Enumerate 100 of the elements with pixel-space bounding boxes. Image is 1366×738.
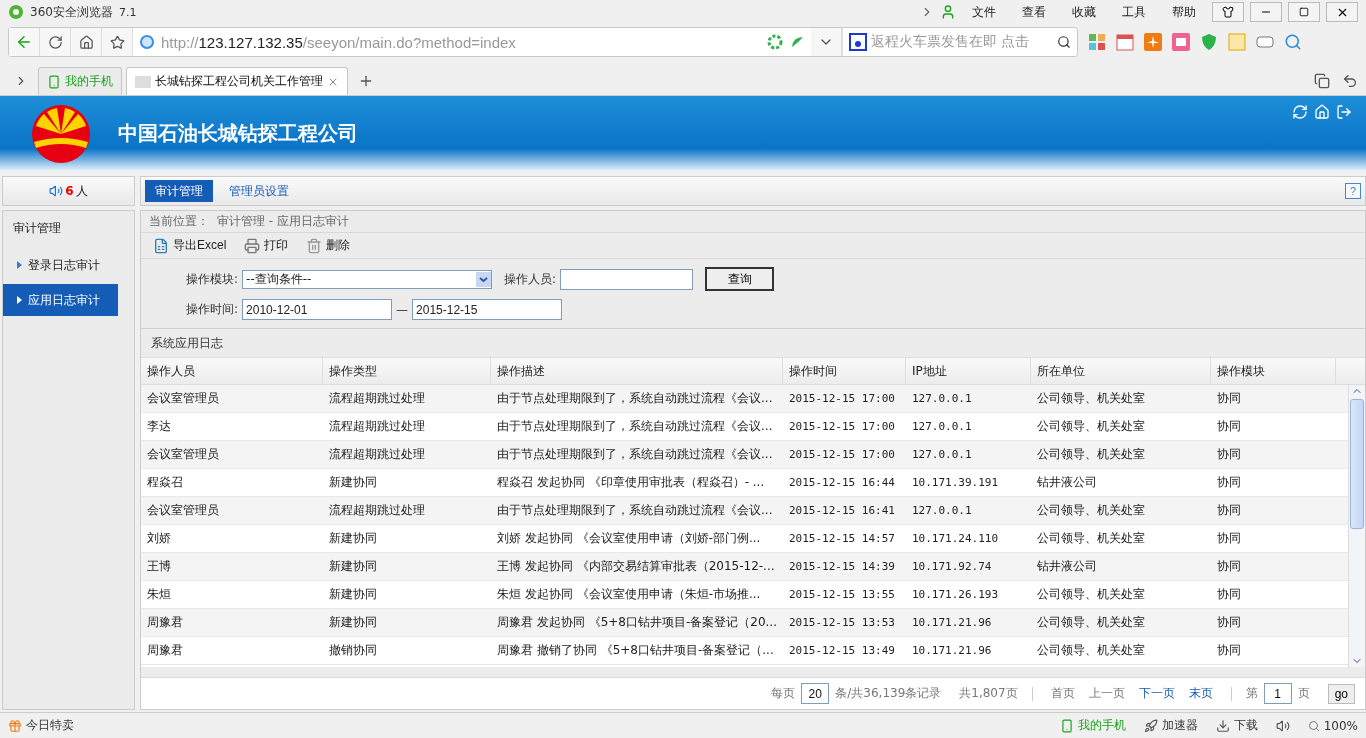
pager-label: 页 — [1297, 685, 1310, 702]
table-cell-text: 2015-12-15 13:55 — [788, 587, 896, 603]
table-cell-text: 协同 — [1216, 418, 1242, 435]
home-icon — [78, 34, 94, 50]
table-cell-text: 127.0.0.1 — [911, 419, 973, 435]
toolbar-button[interactable]: 导出Excel — [149, 237, 231, 254]
pager-link[interactable]: 下一页 — [1138, 685, 1175, 702]
browser-tab[interactable]: 长城钻探工程公司机关工作管理 — [126, 67, 348, 95]
table-cell-text: 公司领导、机关处室 — [1036, 418, 1146, 435]
browser-title: 360安全浏览器 — [30, 3, 113, 21]
skin-button[interactable] — [1212, 2, 1244, 22]
table-cell-text: 协同 — [1216, 474, 1242, 491]
bookmark-button[interactable] — [102, 28, 133, 56]
column-header[interactable]: 操作时间 — [783, 358, 906, 384]
scrollbar[interactable] — [1348, 385, 1365, 667]
table-cell-text: 协同 — [1216, 558, 1242, 575]
spreadsheet-icon — [153, 237, 169, 254]
table-cell-text: 公司领导、机关处室 — [1036, 642, 1146, 659]
date-from-input[interactable]: 2010-12-01 — [242, 299, 393, 320]
sidebar-item[interactable]: 应用日志审计 — [3, 284, 118, 316]
tab[interactable]: 管理员设置 — [219, 180, 299, 202]
ring-icon[interactable] — [767, 34, 783, 50]
module-select[interactable]: --查询条件-- — [242, 269, 493, 289]
column-header[interactable]: 操作模块 — [1211, 358, 1336, 384]
table-cell-text: 流程超期跳过处理 — [328, 390, 426, 407]
home-button[interactable] — [71, 28, 102, 56]
table-cell-text: 由于节点处理期限到了，系统自动跳过流程《会议... — [496, 446, 774, 463]
zoom-level[interactable]: 100% — [1307, 718, 1358, 733]
table-cell-text: 10.171.21.96 — [911, 615, 993, 631]
menu-item[interactable]: 查看 — [1012, 3, 1056, 21]
tabs-icon[interactable] — [1314, 73, 1330, 89]
magnifier-icon[interactable] — [1284, 33, 1302, 51]
table-cell-text: 周豫君 — [146, 642, 184, 659]
table-cell-text: 2015-12-15 17:00 — [788, 391, 896, 407]
table-cell-text: 协同 — [1216, 642, 1242, 659]
star-icon — [109, 34, 125, 50]
table-cell-text: 新建协同 — [328, 586, 378, 603]
volume-icon[interactable] — [1275, 718, 1290, 733]
close-button[interactable] — [1326, 2, 1358, 22]
shield-icon[interactable] — [1200, 33, 1218, 51]
user-icon[interactable] — [940, 4, 956, 20]
column-header[interactable]: 操作类型 — [323, 358, 491, 384]
column-header[interactable]: 所在单位 — [1031, 358, 1211, 384]
table-cell-text: 10.171.24.110 — [911, 531, 1000, 547]
maximize-button[interactable] — [1288, 2, 1320, 22]
browser-logo-icon — [8, 4, 24, 20]
deals-link[interactable]: 今日特卖 — [8, 717, 74, 734]
go-button[interactable]: go — [1327, 683, 1355, 704]
page-count: 共1,807页 — [959, 685, 1018, 702]
pager-label: 每页 — [771, 685, 796, 702]
sidebar-item[interactable]: 登录日志审计 — [3, 249, 118, 281]
triangle-icon — [17, 261, 22, 269]
query-button[interactable]: 查询 — [705, 267, 775, 291]
table-cell-text: 新建协同 — [328, 530, 378, 547]
menu-item[interactable]: 文件 — [962, 3, 1006, 21]
field-label: 操作人员: — [504, 270, 557, 288]
table-cell-text: 2015-12-15 17:00 — [788, 447, 896, 463]
column-header[interactable]: IP地址 — [906, 358, 1031, 384]
speed-link[interactable]: 加速器 — [1143, 717, 1198, 734]
home-icon[interactable] — [1314, 104, 1330, 120]
table-cell-text: 2015-12-15 14:57 — [788, 531, 896, 547]
calendar-icon[interactable] — [1116, 33, 1134, 51]
table-cell-text: 协同 — [1216, 502, 1242, 519]
toolbar-button[interactable]: 删除 — [302, 237, 355, 254]
date-to-input[interactable]: 2015-12-15 — [412, 299, 563, 320]
table-cell-text: 钻井液公司 — [1036, 558, 1098, 575]
leaf-icon[interactable] — [789, 34, 805, 50]
menu-item[interactable]: 工具 — [1112, 3, 1156, 21]
table-cell-text: 公司领导、机关处室 — [1036, 530, 1146, 547]
page-input[interactable]: 1 — [1263, 683, 1292, 704]
user-input[interactable] — [560, 268, 694, 290]
table-cell-text: 朱烜 发起协同 《会议室使用申请（朱烜-市场推... — [496, 586, 762, 603]
table-cell-text: 10.171.92.74 — [911, 559, 993, 575]
table-cell-text: 刘娇 发起协同 《会议室使用申请（刘娇-部门例... — [496, 530, 762, 547]
chevron-down-icon — [476, 271, 492, 287]
logout-icon[interactable] — [1336, 104, 1352, 120]
page-size-input[interactable]: 20 — [801, 683, 830, 704]
table-cell-text: 由于节点处理期限到了，系统自动跳过流程《会议... — [496, 418, 774, 435]
column-header[interactable]: 操作人员 — [141, 358, 323, 384]
back-button[interactable] — [9, 28, 40, 56]
company-name: 中国石油长城钻探工程公司 — [118, 120, 358, 147]
table-cell-text: 公司领导、机关处室 — [1036, 586, 1146, 603]
reload-button[interactable] — [40, 28, 71, 56]
undo-icon[interactable] — [1342, 73, 1358, 89]
minimize-button[interactable] — [1250, 2, 1282, 22]
online-users[interactable]: 6 人 — [2, 176, 135, 206]
help-button[interactable]: ? — [1345, 183, 1361, 199]
apps-icon[interactable] — [1088, 33, 1106, 51]
tab[interactable]: 审计管理 — [145, 180, 213, 202]
dropdown-button[interactable] — [811, 28, 842, 56]
pager-link[interactable]: 末页 — [1188, 685, 1213, 702]
menu-item[interactable]: 收藏 — [1062, 3, 1106, 21]
table-cell-text: 公司领导、机关处室 — [1036, 614, 1146, 631]
breadcrumb-label: 当前位置： — [149, 213, 209, 230]
toolbar-button[interactable]: 打印 — [240, 237, 293, 254]
download-link[interactable]: 下载 — [1215, 717, 1258, 734]
menu-item[interactable]: 帮助 — [1162, 3, 1206, 21]
refresh-icon[interactable] — [1292, 104, 1308, 120]
column-header[interactable]: 操作描述 — [491, 358, 783, 384]
address-field[interactable]: http://123.127.132.35/seeyon/main.do?method=index — [161, 33, 516, 51]
